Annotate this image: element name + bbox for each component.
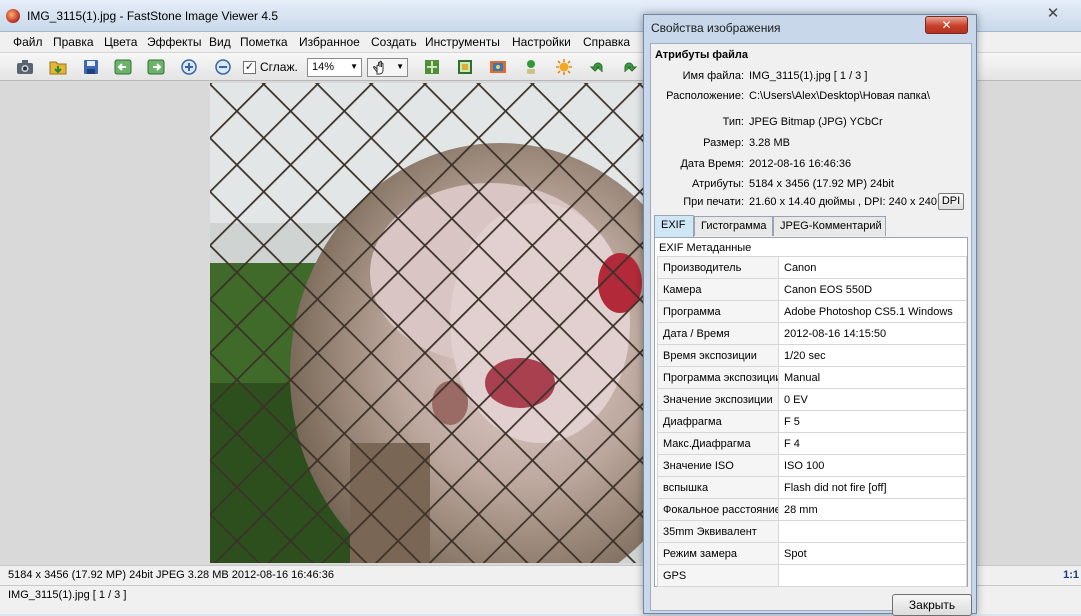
brightness-icon[interactable] — [553, 56, 575, 78]
crop-icon[interactable] — [454, 56, 476, 78]
table-row[interactable]: Производитель Canon — [657, 256, 967, 279]
hand-tool-icon — [373, 60, 384, 75]
exif-table: Производитель Canon Камера Canon EOS 550D … — [657, 256, 967, 587]
table-row[interactable]: GPS — [657, 564, 967, 587]
menu-edit[interactable]: Правка — [53, 35, 94, 49]
camera-icon[interactable] — [14, 56, 36, 78]
zoom-select[interactable]: 14% ▼ — [307, 58, 362, 77]
dpi-button[interactable]: DPI — [938, 193, 964, 210]
table-row[interactable]: Фокальное расстояние 28 mm — [657, 498, 967, 521]
smooth-label: Сглаж. — [260, 60, 298, 74]
image-info-text: 5184 x 3456 (17.92 MP) 24bit JPEG 3.28 M… — [8, 569, 334, 581]
table-row[interactable]: Дата / Время 2012-08-16 14:15:50 — [657, 322, 967, 345]
menu-tools[interactable]: Инструменты — [425, 35, 500, 49]
chevron-down-icon: ▼ — [350, 62, 358, 71]
rotate-left-icon[interactable] — [586, 56, 608, 78]
table-row[interactable]: Время экспозиции 1/20 sec — [657, 344, 967, 367]
window-title: IMG_3115(1).jpg - FastStone Image Viewer… — [27, 9, 279, 23]
dialog-title: Свойства изображения — [651, 21, 781, 35]
table-row[interactable]: Значение экспозиции 0 EV — [657, 388, 967, 411]
menu-file[interactable]: Файл — [13, 35, 43, 49]
zoom-ratio-readout: 1:1 — [1063, 569, 1079, 581]
next-icon[interactable] — [145, 56, 167, 78]
table-row[interactable]: 35mm Эквивалент — [657, 520, 967, 543]
open-folder-icon[interactable] — [47, 56, 69, 78]
hand-tool-select[interactable]: ▼ — [367, 58, 408, 77]
tab-exif[interactable]: EXIF — [654, 215, 694, 237]
app-logo-icon — [6, 9, 20, 23]
menu-favorites[interactable]: Избранное — [299, 35, 360, 49]
dialog-close-icon[interactable]: ✕ — [925, 16, 968, 34]
zoom-out-icon[interactable] — [212, 56, 234, 78]
table-row[interactable]: Диафрагма F 5 — [657, 410, 967, 433]
table-row[interactable]: Значение ISO ISO 100 — [657, 454, 967, 477]
photo-image — [210, 83, 643, 563]
zoom-in-icon[interactable] — [178, 56, 200, 78]
table-row[interactable]: вспышка Flash did not fire [off] — [657, 476, 967, 499]
exif-metadata-heading: EXIF Метаданные — [659, 242, 752, 254]
color-adjust-icon[interactable] — [520, 56, 542, 78]
table-row[interactable]: Макс.Диафрагма F 4 — [657, 432, 967, 455]
menu-create[interactable]: Создать — [371, 35, 417, 49]
zoom-value: 14% — [312, 61, 335, 73]
monkey-photo[interactable] — [210, 83, 643, 563]
exif-panel: EXIF Метаданные Производитель Canon Камер… — [654, 237, 968, 587]
dialog-body: Атрибуты файла Имя файла: IMG_3115(1).jp… — [650, 43, 972, 616]
smooth-toggle[interactable]: ✓ Сглаж. — [243, 60, 298, 74]
prev-icon[interactable] — [112, 56, 134, 78]
table-row[interactable]: Камера Canon EOS 550D — [657, 278, 967, 301]
prop-print: При печати: 21.60 x 14.40 дюймы , DPI: 2… — [683, 196, 937, 208]
menu-colors[interactable]: Цвета — [104, 35, 137, 49]
file-name-status: IMG_3115(1).jpg [ 1 / 3 ] — [8, 589, 127, 601]
menu-settings[interactable]: Настройки — [512, 35, 571, 49]
table-row[interactable]: Режим замера Spot — [657, 542, 967, 565]
menu-view[interactable]: Вид — [209, 35, 231, 49]
menu-effects[interactable]: Эффекты — [147, 35, 202, 49]
menu-help[interactable]: Справка — [583, 35, 630, 49]
tab-histogram[interactable]: Гистограмма — [694, 216, 773, 236]
chevron-down-icon: ▼ — [396, 62, 404, 71]
smooth-checkbox[interactable]: ✓ — [243, 60, 256, 74]
file-attributes-heading: Атрибуты файла — [655, 49, 749, 61]
image-properties-dialog: Свойства изображения ✕ Атрибуты файла Им… — [643, 14, 977, 616]
tab-jpeg-comment[interactable]: JPEG-Комментарий — [773, 216, 886, 236]
rotate-right-icon[interactable] — [619, 56, 641, 78]
window-close-button[interactable]: ✕ — [1035, 4, 1071, 24]
save-icon[interactable] — [80, 56, 102, 78]
close-button[interactable]: Закрыть — [892, 594, 972, 616]
table-row[interactable]: Программа Adobe Photoshop CS5.1 Windows — [657, 300, 967, 323]
table-row[interactable]: Программа экспозиции Manual — [657, 366, 967, 389]
menu-tag[interactable]: Пометка — [240, 35, 288, 49]
slideshow-icon[interactable] — [421, 56, 443, 78]
resize-icon[interactable] — [487, 56, 509, 78]
